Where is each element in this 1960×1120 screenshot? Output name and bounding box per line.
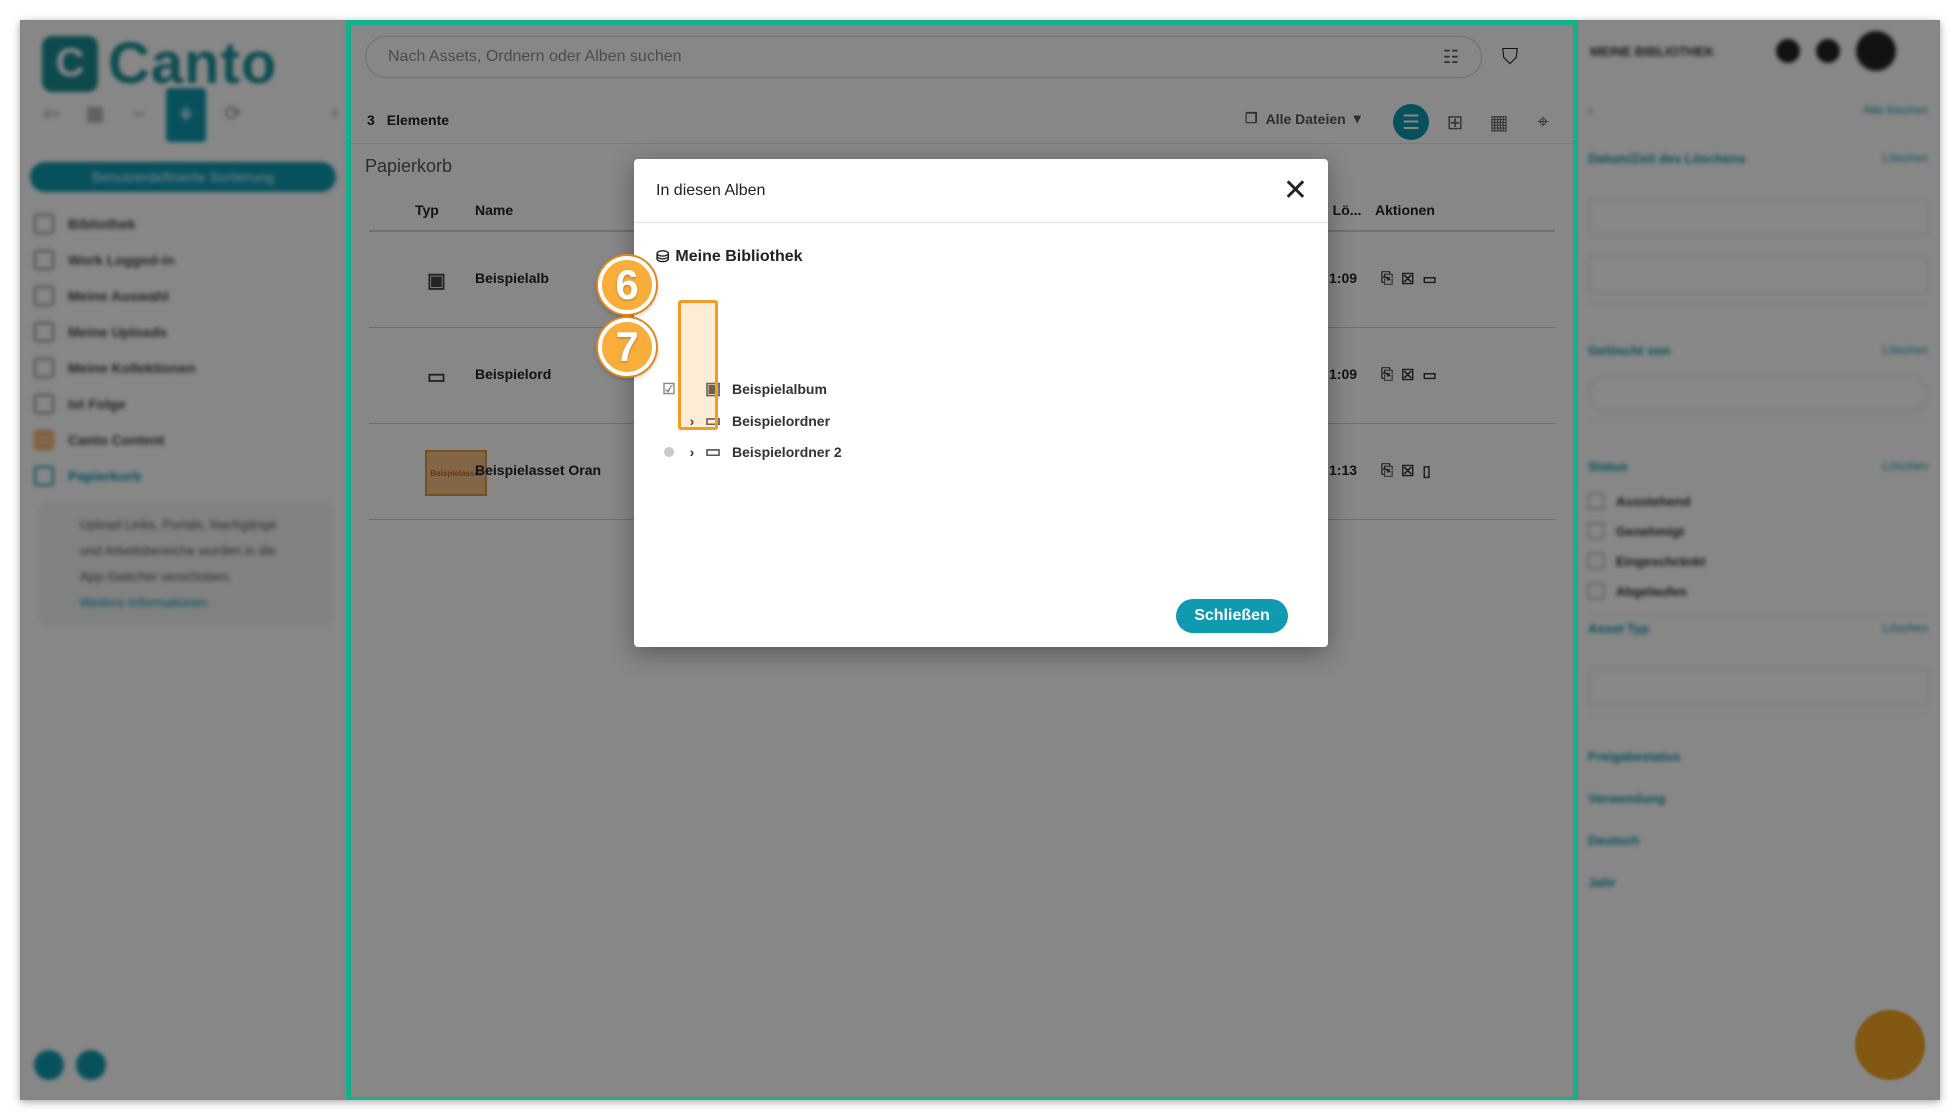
dialog-header: In diesen Alben ✕ [634,159,1328,223]
library-heading: ⛁ Meine Bibliothek [656,247,803,267]
tree-item-label: Beispielalbum [732,381,827,397]
checkbox-highlight [678,300,718,430]
folder-icon: ▭ [704,442,722,461]
albums-dialog: In diesen Alben ✕ ⛁ Meine Bibliothek ☑ ▣… [634,159,1328,647]
chevron-right-icon[interactable]: › [684,444,700,460]
close-button[interactable]: Schließen [1176,599,1288,633]
tree-item-label: Beispielordner [732,413,831,429]
close-icon[interactable]: ✕ [1283,175,1308,206]
tree-item-label: Beispielordner 2 [732,444,842,460]
callout-badge: 7 [598,318,656,376]
app-window: C Canto ⇦ ▦ ⇔ ⚘ ⟳ ‹ Benutzerdefinierte S… [20,20,1940,1100]
partial-indicator[interactable] [654,447,684,457]
dot-icon [664,447,674,457]
library-icon: ⛁ [656,249,670,266]
library-name: Meine Bibliothek [675,248,803,265]
dialog-title: In diesen Alben [656,181,766,199]
tree-item[interactable]: › ▭ Beispielordner 2 [654,437,842,467]
callout-badge: 6 [598,256,656,314]
